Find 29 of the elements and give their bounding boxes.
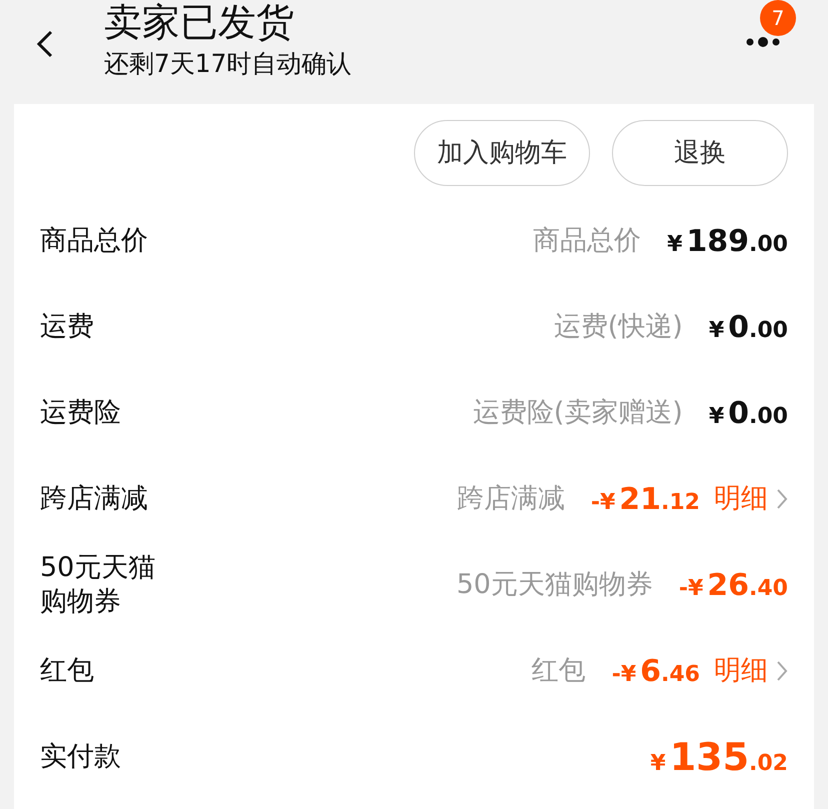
price-text: ¥0.00 bbox=[708, 308, 788, 346]
back-icon[interactable] bbox=[36, 30, 54, 58]
row-description: 运费险(卖家赠送) bbox=[472, 396, 683, 430]
more-icon[interactable] bbox=[746, 36, 780, 48]
row-label: 商品总价 bbox=[40, 224, 149, 258]
price-text: -¥6.46 bbox=[612, 652, 700, 690]
page-title: 卖家已发货 bbox=[104, 0, 295, 44]
price-text: ¥135.02 bbox=[650, 734, 788, 780]
row-label: 实付款 bbox=[40, 740, 122, 774]
price-text: -¥21.12 bbox=[590, 480, 700, 518]
row-label: 运费 bbox=[40, 310, 95, 344]
row-description: 跨店满减 bbox=[456, 482, 565, 516]
price-text: ¥189.00 bbox=[667, 222, 788, 260]
notification-badge: 7 bbox=[760, 0, 796, 36]
price-text: ¥0.00 bbox=[708, 394, 788, 432]
row-label: 50元天猫购物券 bbox=[40, 551, 156, 619]
price-text: -¥26.40 bbox=[678, 566, 788, 604]
row-description: 运费(快递) bbox=[554, 310, 683, 344]
action-button[interactable]: 退换 bbox=[612, 120, 788, 186]
confirm-countdown: 还剩7天17时自动确认 bbox=[104, 48, 352, 80]
row-label: 运费险 bbox=[40, 396, 122, 430]
chevron-right-icon bbox=[776, 488, 788, 510]
row-description: 50元天猫购物券 bbox=[456, 568, 653, 602]
row-description: 商品总价 bbox=[533, 224, 642, 258]
row-label: 跨店满减 bbox=[40, 482, 149, 516]
chevron-right-icon bbox=[776, 660, 788, 682]
row-description: 红包 bbox=[532, 654, 586, 688]
row-label: 红包 bbox=[40, 654, 95, 688]
action-button[interactable]: 加入购物车 bbox=[414, 120, 590, 186]
